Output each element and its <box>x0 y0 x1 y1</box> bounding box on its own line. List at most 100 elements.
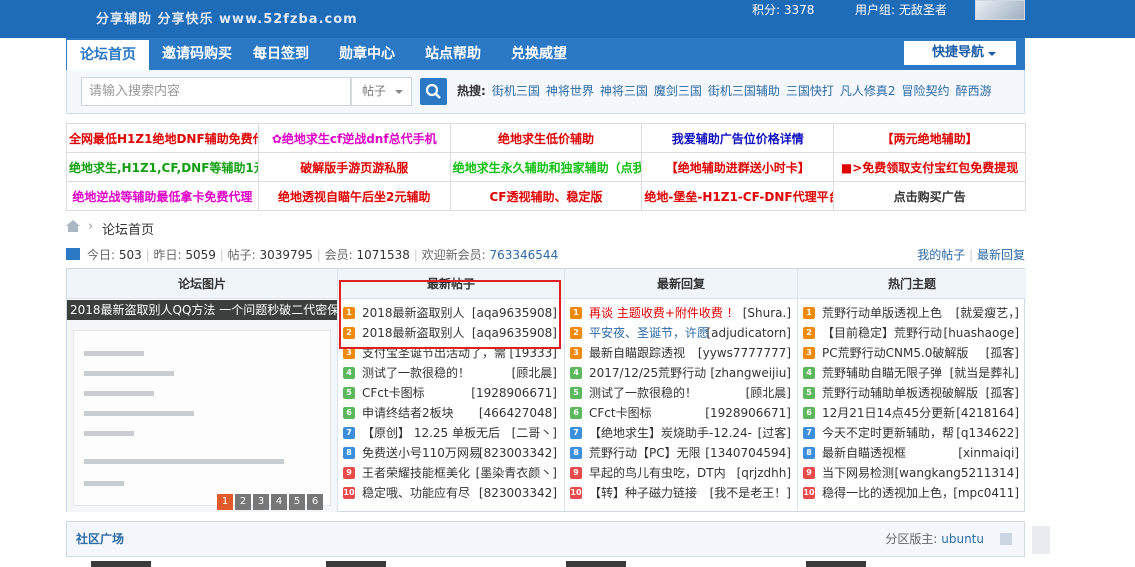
topic-author[interactable]: [zhangweijiu] <box>710 363 791 383</box>
ad-cell[interactable]: 绝地透视自瞄午后坐2元辅助 <box>257 181 451 211</box>
ad-link[interactable]: 绝地求生永久辅助和独家辅助（点我 <box>453 161 641 175</box>
list-item[interactable]: 1 荒野行动单版透视上色 [就爱瘦艺，] <box>803 303 1019 323</box>
topic-author[interactable]: [qrjzdhh] <box>737 463 791 483</box>
nav-item-1[interactable]: 邀请码购买 <box>152 38 242 70</box>
hot-search-item[interactable]: 醉西游 <box>956 84 992 98</box>
nav-item-5[interactable]: 兑换威望 <box>496 38 582 70</box>
list-item[interactable]: 1 再谈 主题收费+附件收费 ！ [Shura.] <box>570 303 791 323</box>
topic-author[interactable]: [xinmaiqi] <box>958 443 1019 463</box>
topic-title[interactable]: 稳定哦、功能应有尽 <box>362 483 470 503</box>
topic-title[interactable]: 最新自瞄跟踪透视 <box>589 343 685 363</box>
topic-title[interactable]: 2017/12/25荒野行动 <box>589 363 706 383</box>
topic-author[interactable]: [Shura.] <box>743 303 791 323</box>
list-item[interactable]: 8 荒野行动【PC】无限 [1340704594] <box>570 443 791 463</box>
list-item[interactable]: 6 12月21日14点45分更新 [4218164] <box>803 403 1019 423</box>
list-item[interactable]: 6 CFct卡图标 [1928906671] <box>570 403 791 423</box>
latest-reply-link[interactable]: 最新回复 <box>977 248 1025 262</box>
list-item[interactable]: 8 最新自瞄透视框 [xinmaiqi] <box>803 443 1019 463</box>
ad-link[interactable]: 【绝地辅助进群送小时卡】 <box>666 161 810 175</box>
ad-cell[interactable]: 我爱辅助广告位价格详情 <box>641 123 835 153</box>
topic-title[interactable]: 最新自瞄透视框 <box>822 443 906 463</box>
ad-link[interactable]: 绝地求生,H1Z1,CF,DNF等辅助1元 <box>69 161 257 175</box>
ad-link[interactable]: 绝地-堡垒-H1Z1-CF-DNF代理平台 <box>644 190 832 204</box>
list-item[interactable]: 4 测试了一款很稳的！ [顾北晨] <box>343 363 557 383</box>
my-posts-link[interactable]: 我的帖子 <box>917 248 965 262</box>
topic-title[interactable]: 测试了一款很稳的！ <box>362 363 470 383</box>
slide-caption[interactable]: 2018最新盗取别人QQ方法 一个问题秒破二代密保 <box>67 300 337 320</box>
topic-title[interactable]: 荒野行动辅助单板透视破解版 <box>822 383 978 403</box>
topic-author[interactable]: [墨染青衣颜丶] <box>476 463 557 483</box>
hot-search-item[interactable]: 神将世界 <box>546 84 594 98</box>
list-item[interactable]: 10 【转】种子磁力链接 [我不是老王！] <box>570 483 791 503</box>
ad-cell[interactable]: 绝地求生永久辅助和独家辅助（点我 <box>449 152 643 182</box>
ad-link[interactable]: 点击购买广告 <box>894 190 966 204</box>
ad-cell[interactable]: ■>免费领取支付宝红包免费提现 <box>833 152 1026 182</box>
ad-cell[interactable]: 绝地逆战等辅助最低拿卡免费代理 <box>66 181 259 211</box>
topic-title[interactable]: 平安夜、圣诞节，许愿 <box>589 323 709 343</box>
ad-cell[interactable]: 全网最低H1Z1绝地DNF辅助免费代 <box>66 123 259 153</box>
hot-search-item[interactable]: 神将三国 <box>600 84 648 98</box>
ad-link[interactable]: 绝地求生低价辅助 <box>498 132 594 146</box>
ad-link[interactable]: 我爱辅助广告位价格详情 <box>672 132 804 146</box>
ad-cell[interactable]: 【两元绝地辅助】 <box>833 123 1026 153</box>
list-item[interactable]: 7 【绝地求生】炭烧助手-12.24- [过客] <box>570 423 791 443</box>
hot-search-item[interactable]: 魔剑三国 <box>654 84 702 98</box>
topic-author[interactable]: [823003342] <box>479 443 557 463</box>
topic-title[interactable]: CFct卡图标 <box>362 383 425 403</box>
slide-pager-item[interactable]: 3 <box>253 494 269 510</box>
topic-author[interactable]: [顾北晨] <box>512 363 557 383</box>
list-item[interactable]: 4 2017/12/25荒野行动 [zhangweijiu] <box>570 363 791 383</box>
topic-author[interactable]: [二哥丶] <box>512 423 557 443</box>
topic-author[interactable]: [1928906671] <box>471 383 557 403</box>
slide-pager-item[interactable]: 5 <box>289 494 305 510</box>
list-item[interactable]: 10 稳得一比的透视加上色， [mpc0411] <box>803 483 1019 503</box>
topic-title[interactable]: 再谈 主题收费+附件收费 ！ <box>589 303 739 323</box>
topic-author[interactable]: [4218164] <box>956 403 1019 423</box>
topic-title[interactable]: 王者荣耀技能框美化 <box>362 463 470 483</box>
topic-author[interactable]: [顾北晨] <box>746 383 791 403</box>
topic-title[interactable]: 【原创】 12.25 单板无后 <box>362 423 500 443</box>
topic-author[interactable]: [1928906671] <box>705 403 791 423</box>
hot-search-item[interactable]: 三国快打 <box>786 84 834 98</box>
topic-title[interactable]: PC荒野行动CNM5.0破解版 <box>822 343 968 363</box>
topic-title[interactable]: 荒野行动单版透视上色 <box>822 303 942 323</box>
nav-item-0[interactable]: 论坛首页 <box>66 39 150 70</box>
topic-title[interactable]: 稳得一比的透视加上色， <box>822 483 954 503</box>
topic-author[interactable]: [孤客] <box>986 343 1019 363</box>
side-scroll-tab[interactable] <box>1032 526 1050 554</box>
list-item[interactable]: 9 早起的鸟儿有虫吃，DT内 [qrjzdhh] <box>570 463 791 483</box>
topic-author[interactable]: [wangkang5211314] <box>894 463 1019 483</box>
ad-link[interactable]: 绝地逆战等辅助最低拿卡免费代理 <box>72 190 252 204</box>
topic-title[interactable]: 测试了一款很稳的！ <box>589 383 697 403</box>
slide-image[interactable] <box>73 330 331 506</box>
nav-item-4[interactable]: 站点帮助 <box>410 38 496 70</box>
topic-author[interactable]: [我不是老王！] <box>710 483 791 503</box>
topic-title[interactable]: 荒野辅助自瞄无限子弹 <box>822 363 942 383</box>
ad-link[interactable]: 绝地透视自瞄午后坐2元辅助 <box>278 190 430 204</box>
list-item[interactable]: 3 PC荒野行动CNM5.0破解版 [孤客] <box>803 343 1019 363</box>
topic-title[interactable]: 免费送小号110万网易 <box>362 443 481 463</box>
slide-pager-item[interactable]: 6 <box>307 494 323 510</box>
ad-cell[interactable]: ✿绝地求生cf逆战dnf总代手机 <box>257 123 451 153</box>
search-type-select[interactable]: 帖子 <box>351 77 412 106</box>
topic-title[interactable]: 申请终结者2板块 <box>362 403 454 423</box>
topic-title[interactable]: CFct卡图标 <box>589 403 652 423</box>
ad-link[interactable]: 破解版手游页游私服 <box>300 161 408 175</box>
list-item[interactable]: 4 荒野辅助自瞄无限子弹 [就当是葬礼] <box>803 363 1019 383</box>
new-member-link[interactable]: 763346544 <box>489 248 558 262</box>
avatar[interactable] <box>975 0 1025 20</box>
topic-author[interactable]: [823003342] <box>479 483 557 503</box>
topic-author[interactable]: [huashaoge] <box>944 323 1019 343</box>
topic-title[interactable]: 【转】种子磁力链接 <box>589 483 697 503</box>
topic-title[interactable]: 12月21日14点45分更新 <box>822 403 955 423</box>
list-item[interactable]: 5 CFct卡图标 [1928906671] <box>343 383 557 403</box>
topic-author[interactable]: [mpc0411] <box>953 483 1019 503</box>
list-item[interactable]: 3 最新自瞄跟踪透视 [yyws7777777] <box>570 343 791 363</box>
user-group[interactable]: 用户组: 无敌圣者 <box>855 1 947 18</box>
hot-search-item[interactable]: 街机三国 <box>492 84 540 98</box>
topic-title[interactable]: 【目前稳定】荒野行动 <box>822 323 942 343</box>
ad-link[interactable]: 【两元绝地辅助】 <box>882 132 978 146</box>
slide-pager-item[interactable]: 4 <box>271 494 287 510</box>
topic-author[interactable]: [就爱瘦艺，] <box>956 303 1019 323</box>
ad-link[interactable]: CF透视辅助、稳定版 <box>489 190 602 204</box>
